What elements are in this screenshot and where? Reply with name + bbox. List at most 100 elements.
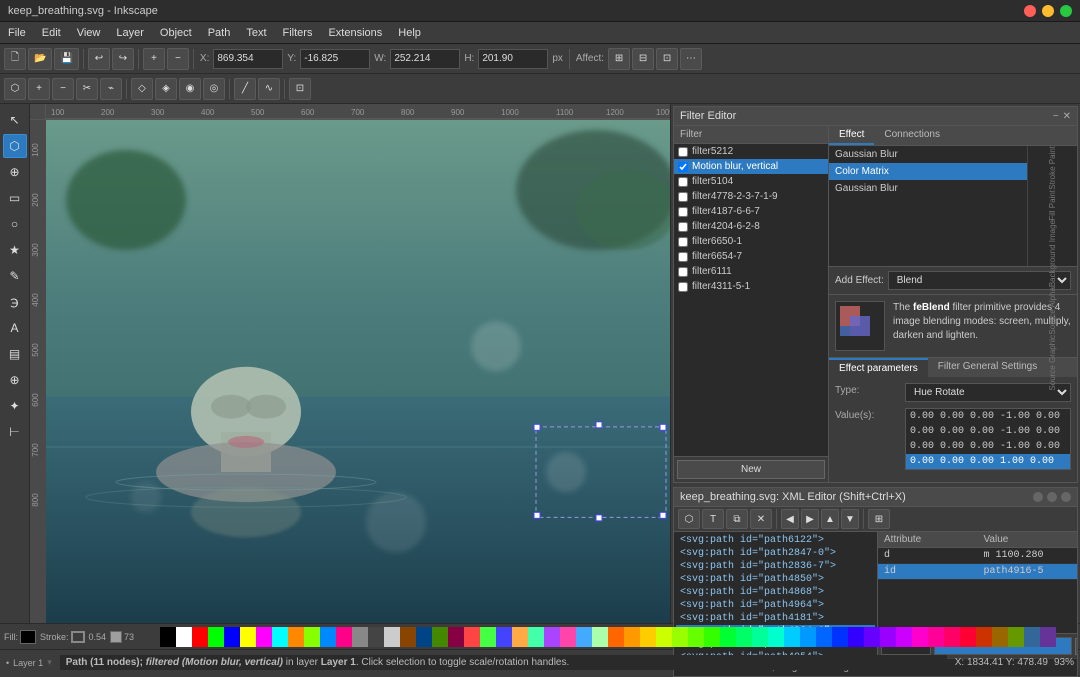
menu-help[interactable]: Help bbox=[390, 25, 429, 41]
add-node-btn[interactable]: + bbox=[28, 78, 50, 100]
color-swatch[interactable] bbox=[976, 627, 992, 647]
matrix-row-2[interactable]: 0.00 0.00 0.00 -1.00 0.00 bbox=[906, 439, 1070, 454]
line-seg-btn[interactable]: ╱ bbox=[234, 78, 256, 100]
filter-checkbox-6[interactable] bbox=[678, 237, 688, 247]
close-button[interactable] bbox=[1024, 5, 1036, 17]
color-swatch[interactable] bbox=[864, 627, 880, 647]
filter-checkbox-5[interactable] bbox=[678, 222, 688, 232]
color-swatch[interactable] bbox=[464, 627, 480, 647]
color-swatch[interactable] bbox=[432, 627, 448, 647]
undo-btn[interactable]: ↩ bbox=[88, 48, 110, 70]
color-swatch[interactable] bbox=[480, 627, 496, 647]
filter-item-9[interactable]: filter4311-5-1 bbox=[674, 279, 828, 294]
symmetric-btn[interactable]: ◉ bbox=[179, 78, 201, 100]
smooth-btn[interactable]: ◈ bbox=[155, 78, 177, 100]
menu-text[interactable]: Text bbox=[238, 25, 274, 41]
filter-item-0[interactable]: filter5212 bbox=[674, 144, 828, 159]
filter-editor-close[interactable]: ✕ bbox=[1063, 111, 1071, 122]
color-swatch[interactable] bbox=[352, 627, 368, 647]
filter-checkbox-3[interactable] bbox=[678, 192, 688, 202]
xml-duplicate-btn[interactable]: ⧉ bbox=[726, 509, 748, 529]
color-swatch[interactable] bbox=[896, 627, 912, 647]
color-swatch[interactable] bbox=[688, 627, 704, 647]
color-swatch[interactable] bbox=[544, 627, 560, 647]
menu-extensions[interactable]: Extensions bbox=[320, 25, 390, 41]
x-input[interactable] bbox=[213, 49, 283, 69]
filter-checkbox-2[interactable] bbox=[678, 177, 688, 187]
menu-object[interactable]: Object bbox=[152, 25, 200, 41]
xml-nav-down[interactable]: ▼ bbox=[841, 509, 859, 529]
filter-checkbox-0[interactable] bbox=[678, 147, 688, 157]
filter-item-3[interactable]: filter4778-2-3-7-1-9 bbox=[674, 189, 828, 204]
type-select[interactable]: Hue Rotate Saturate Luminance to Alpha M… bbox=[905, 383, 1071, 402]
xml-nav-up[interactable]: ▲ bbox=[821, 509, 839, 529]
filter-item-5[interactable]: filter4204-6-2-8 bbox=[674, 219, 828, 234]
stroke-color-box[interactable] bbox=[71, 631, 85, 643]
select-tool[interactable]: ↖ bbox=[3, 108, 27, 132]
color-swatch[interactable] bbox=[992, 627, 1008, 647]
color-swatch[interactable] bbox=[512, 627, 528, 647]
xml-node-1[interactable]: <svg:path id="path2847-0"> bbox=[676, 547, 875, 560]
filter-checkbox-7[interactable] bbox=[678, 252, 688, 262]
filter-checkbox-9[interactable] bbox=[678, 282, 688, 292]
join-node-btn[interactable]: ⌁ bbox=[100, 78, 122, 100]
connections-tab[interactable]: Connections bbox=[874, 126, 950, 145]
menu-view[interactable]: View bbox=[69, 25, 109, 41]
color-swatch[interactable] bbox=[1008, 627, 1024, 647]
color-swatch[interactable] bbox=[288, 627, 304, 647]
filter-item-2[interactable]: filter5104 bbox=[674, 174, 828, 189]
cusp-btn[interactable]: ◇ bbox=[131, 78, 153, 100]
xml-circle-1[interactable] bbox=[1033, 492, 1043, 502]
affect-btn-2[interactable]: ⊟ bbox=[632, 48, 654, 70]
h-input[interactable] bbox=[478, 49, 548, 69]
color-swatch[interactable] bbox=[928, 627, 944, 647]
color-swatch[interactable] bbox=[368, 627, 384, 647]
pencil-tool[interactable]: ✎ bbox=[3, 264, 27, 288]
color-swatch[interactable] bbox=[960, 627, 976, 647]
color-swatch[interactable] bbox=[704, 627, 720, 647]
menu-layer[interactable]: Layer bbox=[108, 25, 152, 41]
xml-node-6[interactable]: <svg:path id="path4181"> bbox=[676, 612, 875, 625]
menu-filters[interactable]: Filters bbox=[275, 25, 321, 41]
node-tool-btn[interactable]: ⬡ bbox=[4, 78, 26, 100]
color-swatch[interactable] bbox=[784, 627, 800, 647]
color-swatch[interactable] bbox=[192, 627, 208, 647]
dropper-tool[interactable]: ⊕ bbox=[3, 368, 27, 392]
color-swatch[interactable] bbox=[384, 627, 400, 647]
color-swatch[interactable] bbox=[176, 627, 192, 647]
fill-color-box[interactable] bbox=[20, 630, 36, 644]
color-swatch[interactable] bbox=[672, 627, 688, 647]
affect-btn-3[interactable]: ⊡ bbox=[656, 48, 678, 70]
color-swatch[interactable] bbox=[496, 627, 512, 647]
new-filter-button[interactable]: New bbox=[677, 460, 825, 479]
color-swatch[interactable] bbox=[624, 627, 640, 647]
filter-item-1[interactable]: Motion blur, vertical bbox=[674, 159, 828, 174]
color-swatch[interactable] bbox=[416, 627, 432, 647]
xml-attr-row-1[interactable]: id path4916-5 bbox=[878, 564, 1077, 580]
xml-node-2[interactable]: <svg:path id="path2836-7"> bbox=[676, 560, 875, 573]
xml-new-elem-btn[interactable]: ⬡ bbox=[678, 509, 700, 529]
text-tool[interactable]: A bbox=[3, 316, 27, 340]
color-swatch[interactable] bbox=[944, 627, 960, 647]
color-swatch[interactable] bbox=[160, 627, 176, 647]
filter-checkbox-8[interactable] bbox=[678, 267, 688, 277]
color-swatch[interactable] bbox=[336, 627, 352, 647]
xml-new-text-btn[interactable]: T bbox=[702, 509, 724, 529]
general-settings-tab[interactable]: Filter General Settings bbox=[928, 358, 1048, 377]
xml-node-0[interactable]: <svg:path id="path6122"> bbox=[676, 534, 875, 547]
break-node-btn[interactable]: ✂ bbox=[76, 78, 98, 100]
color-swatch[interactable] bbox=[720, 627, 736, 647]
filter-item-6[interactable]: filter6650-1 bbox=[674, 234, 828, 249]
color-swatch[interactable] bbox=[240, 627, 256, 647]
color-swatch[interactable] bbox=[224, 627, 240, 647]
filter-checkbox-1[interactable] bbox=[678, 162, 688, 172]
effect-params-tab[interactable]: Effect parameters bbox=[829, 358, 928, 377]
color-swatch[interactable] bbox=[320, 627, 336, 647]
xml-attr-row-0[interactable]: d m 1100.280 bbox=[878, 548, 1077, 564]
menu-edit[interactable]: Edit bbox=[34, 25, 69, 41]
matrix-row-0[interactable]: 0.00 0.00 0.00 -1.00 0.00 bbox=[906, 409, 1070, 424]
redo-btn[interactable]: ↪ bbox=[112, 48, 134, 70]
color-swatch[interactable] bbox=[848, 627, 864, 647]
color-swatch[interactable] bbox=[528, 627, 544, 647]
filter-editor-min[interactable]: − bbox=[1053, 111, 1059, 122]
